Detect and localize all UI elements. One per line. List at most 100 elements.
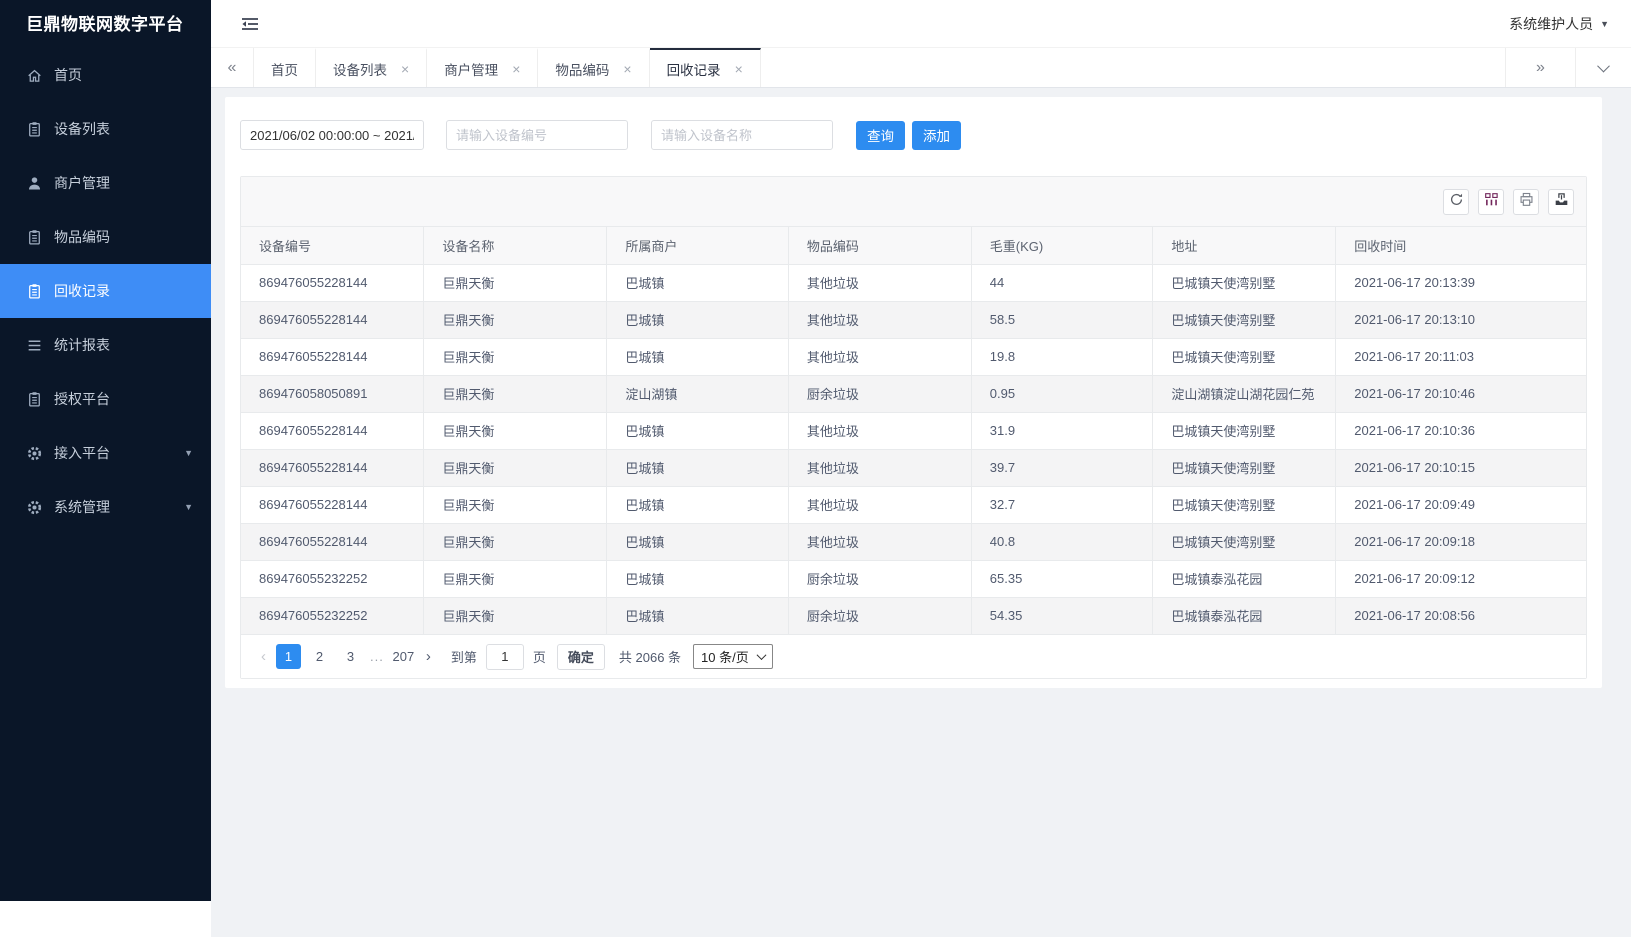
sidebar-collapse-icon[interactable] [240,16,260,32]
sidebar-item-home[interactable]: 首页 [0,48,211,102]
table-toolbar [241,177,1586,227]
sidebar-item-item-codes[interactable]: 物品编码 [0,210,211,264]
date-range-input[interactable] [240,120,424,150]
table-cell: 巨鼎天衡 [424,560,607,597]
sidebar-item-label: 首页 [54,65,82,85]
clipboard-icon [26,283,43,300]
table-cell: 54.35 [971,597,1153,634]
device-name-input[interactable] [651,120,833,150]
table-cell: 巨鼎天衡 [424,301,607,338]
refresh-icon [1449,192,1464,212]
chevron-down-icon: ▼ [184,448,193,458]
sidebar-item-label: 设备列表 [54,119,110,139]
close-icon[interactable]: × [401,61,409,77]
table-cell: 19.8 [971,338,1153,375]
table-row: 869476055232252巨鼎天衡巴城镇厨余垃圾65.35巴城镇泰泓花园20… [241,560,1586,597]
list-icon [26,337,43,354]
device-no-input[interactable] [446,120,628,150]
print-button[interactable] [1513,189,1539,215]
table-cell: 39.7 [971,449,1153,486]
add-button[interactable]: 添加 [912,121,961,150]
table-cell: 0.95 [971,375,1153,412]
table-row: 869476055228144巨鼎天衡巴城镇其他垃圾40.8巴城镇天使湾别墅20… [241,523,1586,560]
table-cell: 巴城镇天使湾别墅 [1153,338,1336,375]
sidebar-item-reports[interactable]: 统计报表 [0,318,211,372]
tabs-menu-icon[interactable] [1575,48,1631,87]
table-cell: 869476055228144 [241,264,424,301]
table-cell: 2021-06-17 20:13:10 [1336,301,1586,338]
sidebar-item-auth-platform[interactable]: 授权平台 [0,372,211,426]
sidebar-item-label: 授权平台 [54,389,110,409]
export-button[interactable] [1548,189,1574,215]
tab-home[interactable]: 首页 [254,48,316,87]
table-cell: 869476055228144 [241,301,424,338]
top-header: 系统维护人员 ▼ [211,0,1631,48]
tab-device-list[interactable]: 设备列表 × [316,48,427,87]
table-cell: 2021-06-17 20:13:39 [1336,264,1586,301]
close-icon[interactable]: × [512,61,520,77]
table-cell: 2021-06-17 20:09:49 [1336,486,1586,523]
sidebar-item-device-list[interactable]: 设备列表 [0,102,211,156]
sidebar-item-label: 回收记录 [54,281,110,301]
column-header: 设备名称 [424,227,607,264]
table-cell: 869476058050891 [241,375,424,412]
table-cell: 巨鼎天衡 [424,412,607,449]
refresh-button[interactable] [1443,189,1469,215]
tab-label: 回收记录 [667,59,721,79]
goto-page-input[interactable] [486,644,524,670]
tab-recycle-records[interactable]: 回收记录 × [650,48,761,87]
prev-page-icon[interactable]: ‹ [254,648,273,665]
column-header: 物品编码 [788,227,971,264]
sidebar-background: 巨鼎物联网数字平台 首页 设备列表 商户管理 物品编码 [0,0,211,901]
page-number-2[interactable]: 2 [307,644,332,669]
chevron-down-icon [1597,60,1610,73]
page-number-last[interactable]: 207 [391,644,416,669]
table-cell: 淀山湖镇 [607,375,789,412]
table-cell: 淀山湖镇淀山湖花园仁苑 [1153,375,1336,412]
close-icon[interactable]: × [735,61,743,77]
clipboard-icon [26,391,43,408]
sidebar-item-access-platform[interactable]: 接入平台 ▼ [0,426,211,480]
filter-bar: 查询 添加 [240,120,1587,150]
table-cell: 65.35 [971,560,1153,597]
table-cell: 厨余垃圾 [788,560,971,597]
close-icon[interactable]: × [623,61,631,77]
sidebar-item-recycle-records[interactable]: 回收记录 [0,264,211,318]
goto-page-label: 到第 [451,647,477,666]
table-row: 869476055232252巨鼎天衡巴城镇厨余垃圾54.35巴城镇泰泓花园20… [241,597,1586,634]
goto-confirm-button[interactable]: 确定 [557,644,605,670]
table-cell: 巨鼎天衡 [424,523,607,560]
table-cell: 巴城镇 [607,486,789,523]
table-cell: 869476055228144 [241,523,424,560]
total-count-label: 共 2066 条 [619,647,681,666]
table-cell: 巴城镇泰泓花园 [1153,560,1336,597]
page-number-3[interactable]: 3 [338,644,363,669]
tabbar-spacer [761,48,1505,87]
sidebar-item-merchants[interactable]: 商户管理 [0,156,211,210]
table-cell: 44 [971,264,1153,301]
user-menu[interactable]: 系统维护人员 ▼ [1509,14,1609,34]
columns-button[interactable] [1478,189,1504,215]
query-button[interactable]: 查询 [856,121,905,150]
page-size-select[interactable]: 10 条/页 [693,644,773,669]
tab-item-codes[interactable]: 物品编码 × [538,48,649,87]
table-cell: 40.8 [971,523,1153,560]
tabs-scroll-right-icon[interactable]: » [1505,48,1575,87]
tabs-scroll-left-icon[interactable]: « [211,48,254,87]
page-number-1[interactable]: 1 [276,644,301,669]
pagination-bar: ‹ 1 2 3 ... 207 › 到第 页 确定 共 2066 条 10 条/ [241,634,1586,678]
chevron-down-icon [756,650,766,660]
table-cell: 巴城镇泰泓花园 [1153,597,1336,634]
table-cell: 869476055232252 [241,597,424,634]
table-cell: 巴城镇天使湾别墅 [1153,264,1336,301]
table-cell: 巴城镇 [607,301,789,338]
app-title: 巨鼎物联网数字平台 [0,0,211,48]
table-cell: 58.5 [971,301,1153,338]
tab-merchants[interactable]: 商户管理 × [427,48,538,87]
table-cell: 869476055228144 [241,338,424,375]
table-cell: 其他垃圾 [788,523,971,560]
table-row: 869476055228144巨鼎天衡巴城镇其他垃圾31.9巴城镇天使湾别墅20… [241,412,1586,449]
sidebar-item-system-management[interactable]: 系统管理 ▼ [0,480,211,534]
records-table: 设备编号 设备名称 所属商户 物品编码 毛重(KG) 地址 回收时间 86947… [241,227,1586,634]
next-page-icon[interactable]: › [419,648,438,665]
